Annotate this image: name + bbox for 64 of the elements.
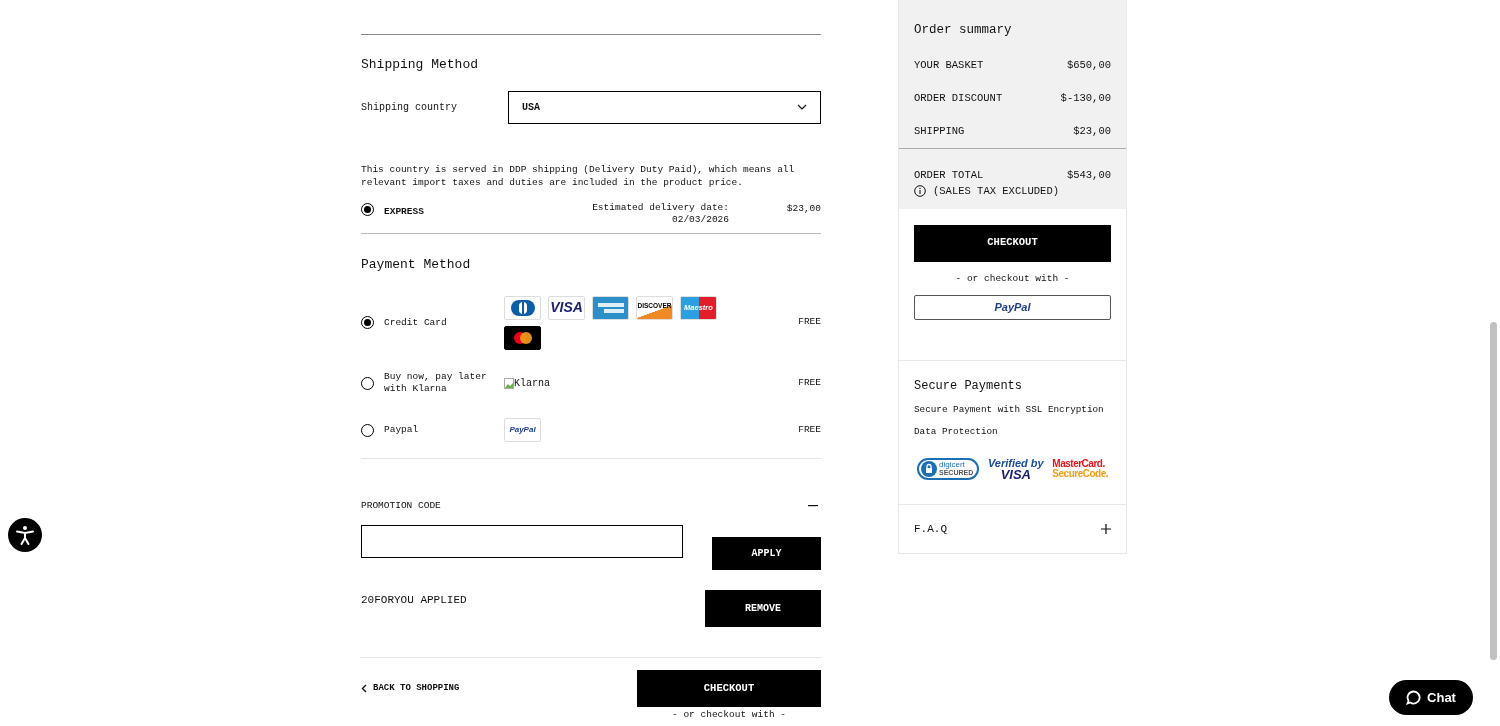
alt-checkout-text: - or checkout with - — [954, 271, 1071, 286]
payment-price: FREE — [798, 375, 821, 390]
summary-value: $23,00 — [1073, 123, 1111, 139]
card-logo-icon — [504, 325, 541, 350]
apply-button[interactable]: APPLY — [712, 537, 821, 571]
radio-button[interactable] — [361, 376, 374, 390]
delivery-estimate-label: Estimated delivery date: — [592, 201, 729, 214]
verification-logo: Verified by VISA — [987, 458, 1044, 480]
card-logo-icon — [592, 295, 629, 320]
security-feature-text: Data Protection — [914, 425, 999, 439]
tax-note: (SALES TAX EXCLUDED) — [933, 183, 1060, 199]
shipping-price: $23,00 — [785, 201, 821, 216]
total-label: ORDER TOTAL — [914, 167, 984, 183]
alt-checkout-text: - or checkout with - — [671, 710, 787, 721]
summary-label: ORDER DISCOUNT — [914, 90, 1004, 106]
field-label: Shipping country — [361, 100, 458, 115]
section-label: PROMOTION CODE — [361, 499, 441, 513]
summary-value: $-130,00 — [1060, 90, 1111, 106]
summary-value: $650,00 — [1066, 57, 1111, 73]
minus-icon — [808, 505, 818, 508]
faq-toggle[interactable]: F.A.Q — [899, 505, 1126, 553]
card-logo: VISA — [548, 295, 585, 320]
section-heading: Payment Method — [361, 255, 472, 274]
image-alt-text: Klarna — [514, 376, 550, 391]
country-select[interactable]: USA — [508, 90, 821, 124]
card-logo-icon — [504, 295, 541, 320]
payment-method-label: Buy now, pay later with Klarna — [384, 371, 488, 395]
scrollbar[interactable] — [1490, 322, 1497, 660]
chevron-down-icon — [797, 104, 807, 110]
total-value: $543,00 — [1066, 167, 1111, 183]
securecode-logo: MasterCard. SecureCode. — [1052, 459, 1108, 479]
summary-title: Order summary — [914, 22, 1013, 39]
applied-code-text: 20FORYOU APPLIED — [361, 593, 467, 609]
chat-bubble-icon — [1406, 690, 1422, 705]
payment-method-label: Paypal — [384, 424, 420, 436]
delivery-date: 02/03/2026 — [672, 213, 729, 226]
section-heading: Secure Payments — [914, 378, 1024, 395]
radio-button[interactable] — [361, 202, 374, 216]
paypal-logo: PayPal — [504, 418, 541, 442]
accessibility-icon — [14, 524, 36, 546]
radio-button[interactable] — [361, 316, 374, 329]
security-feature-text: Secure Payment with SSL Encryption — [914, 403, 1105, 417]
payment-price: FREE — [798, 422, 821, 437]
chevron-left-icon — [361, 684, 367, 694]
radio-button[interactable] — [361, 423, 374, 437]
remove-button[interactable]: REMOVE — [705, 590, 821, 628]
shipping-option-label: EXPRESS — [384, 204, 424, 219]
paypal-button[interactable]: PayPal — [914, 295, 1111, 320]
chat-button[interactable]: Chat — [1389, 680, 1473, 715]
summary-label: SHIPPING — [914, 123, 966, 139]
plus-icon — [1101, 524, 1111, 534]
promo-code-field[interactable] — [361, 525, 683, 559]
section-heading: Shipping Method — [361, 56, 480, 74]
shipping-note: This country is served in DDP shipping (Delivery Duty Paid), which means all relevant import taxes and duties are included in the product price. — [361, 162, 796, 189]
info-icon[interactable] — [914, 184, 926, 197]
payment-price: FREE — [798, 315, 821, 330]
checkout-button[interactable]: CHECKOUT — [637, 670, 821, 708]
checkout-button[interactable]: CHECKOUT — [914, 224, 1111, 262]
broken-image-icon — [504, 377, 514, 389]
back-link[interactable]: BACK TO SHOPPING — [361, 682, 460, 696]
lock-icon — [921, 461, 937, 477]
accessibility-button[interactable] — [8, 518, 42, 552]
payment-method-label: Credit Card — [384, 316, 448, 329]
summary-label: YOUR BASKET — [914, 57, 985, 73]
